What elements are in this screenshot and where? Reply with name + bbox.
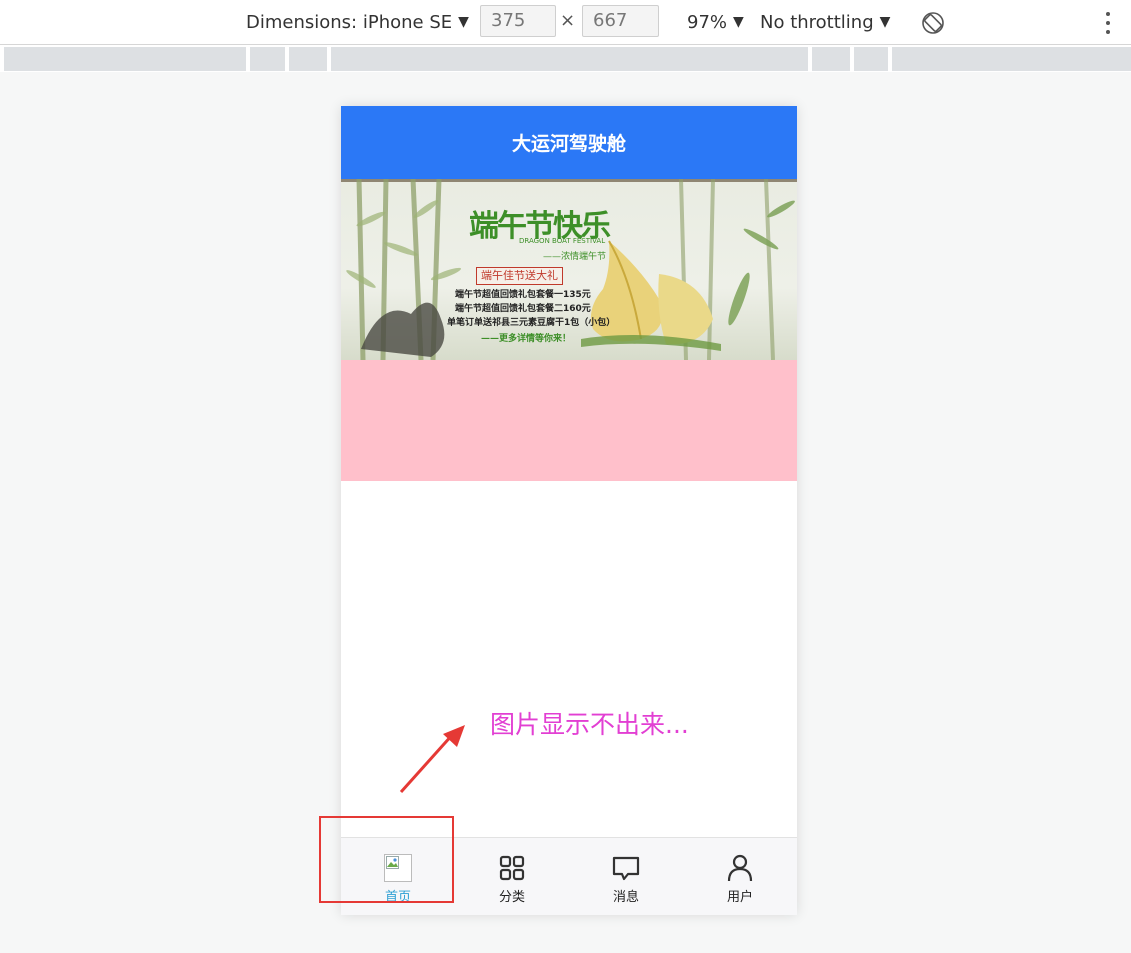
user-icon	[727, 854, 753, 882]
device-dimensions-label: Dimensions: iPhone SE	[246, 11, 453, 33]
throttling-dropdown[interactable]: No throttling ▼	[760, 0, 890, 44]
height-input[interactable]: 667	[582, 5, 659, 37]
banner-english: DRAGON BOAT FESTIVAL	[519, 237, 606, 245]
more-options-icon[interactable]	[1103, 12, 1113, 34]
zoom-label: 97%	[687, 11, 728, 33]
banner-line: 端午节超值回馈礼包套餐二160元	[455, 304, 591, 314]
tab-category[interactable]: 分类	[455, 838, 569, 915]
ruler-segment[interactable]	[892, 47, 1131, 71]
tab-messages[interactable]: 消息	[569, 838, 683, 915]
ruler-segment[interactable]	[289, 47, 327, 71]
grid-icon	[499, 855, 525, 881]
banner-more: ——更多详情等你来！	[481, 334, 572, 344]
chevron-down-icon: ▼	[879, 14, 891, 30]
tab-category-label: 分类	[498, 890, 525, 905]
page-title: 大运河驾驶舱	[511, 133, 626, 155]
promo-banner[interactable]: 端午节快乐 DRAGON BOAT FESTIVAL ——浓情端午节 端午佳节送…	[341, 179, 797, 360]
rotate-icon[interactable]	[921, 11, 945, 35]
tab-user[interactable]: 用户	[683, 838, 797, 915]
app-header: 大运河驾驶舱	[341, 106, 797, 179]
annotation-text: 图片显示不出来...	[490, 710, 689, 739]
zoom-dropdown[interactable]: 97% ▼	[687, 0, 744, 44]
width-input[interactable]: 375	[480, 5, 556, 37]
banner-highlight: 端午佳节送大礼	[476, 267, 563, 285]
banner-line: 单笔订单送祁县三元素豆腐干1包（小包）	[447, 318, 616, 328]
throttling-label: No throttling	[760, 11, 874, 33]
ruler-segment[interactable]	[812, 47, 850, 71]
device-toolbar: Dimensions: iPhone SE ▼ 375 × 667 97% ▼ …	[0, 0, 1131, 45]
tab-user-label: 用户	[726, 890, 753, 905]
chevron-down-icon: ▼	[458, 14, 469, 30]
media-query-ruler	[0, 45, 1131, 72]
ruler-segment[interactable]	[250, 47, 285, 71]
annotation-arrow-icon	[399, 725, 465, 794]
ruler-segment[interactable]	[331, 47, 808, 71]
chevron-down-icon: ▼	[733, 14, 744, 30]
times-sign: ×	[560, 10, 576, 31]
annotation-highlight-box	[319, 816, 454, 903]
banner-subtitle: ——浓情端午节	[543, 252, 607, 262]
banner-line: 端午节超值回馈礼包套餐一135元	[455, 290, 591, 300]
tab-messages-label: 消息	[612, 890, 639, 905]
ruler-segment[interactable]	[854, 47, 888, 71]
device-dimensions-dropdown[interactable]: Dimensions: iPhone SE ▼	[246, 0, 469, 44]
ruler-segment[interactable]	[4, 47, 246, 71]
message-icon	[612, 856, 640, 881]
pink-content-block	[341, 360, 797, 481]
